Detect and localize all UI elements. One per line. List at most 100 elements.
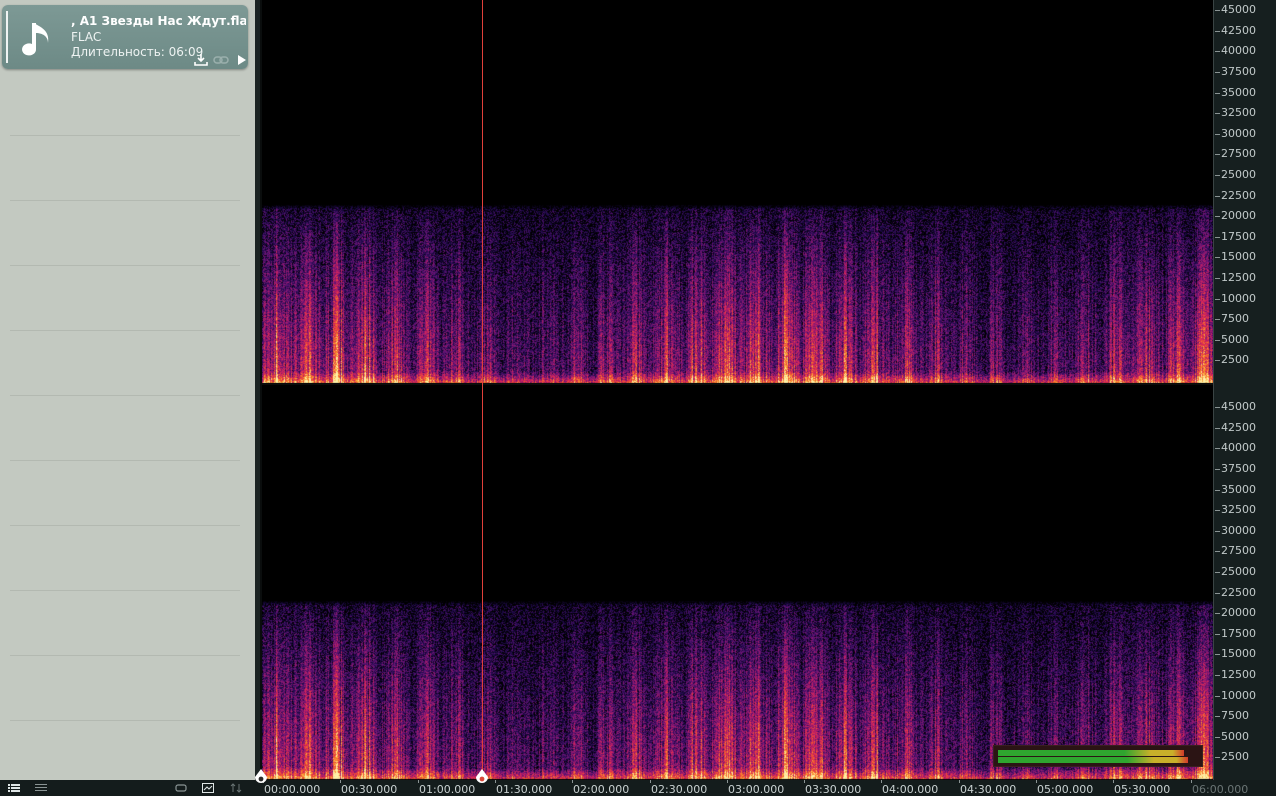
freq-tick [1215, 510, 1220, 511]
channel-separator [262, 383, 1213, 385]
list-view-icon[interactable] [35, 783, 47, 793]
time-label: 04:00.000 [882, 783, 939, 796]
sort-icon[interactable] [230, 783, 242, 793]
freq-label: 27500 [1221, 544, 1256, 557]
download-icon[interactable] [193, 52, 209, 66]
freq-tick [1215, 175, 1220, 176]
time-label: 01:00.000 [419, 783, 476, 796]
freq-tick [1215, 448, 1220, 449]
freq-tick [1215, 757, 1220, 758]
spectrogram-view[interactable] [262, 0, 1213, 780]
freq-tick [1215, 93, 1220, 94]
freq-label: 35000 [1221, 86, 1256, 99]
freq-label: 22500 [1221, 586, 1256, 599]
freq-tick [1215, 613, 1220, 614]
freq-tick [1215, 593, 1220, 594]
freq-label: 20000 [1221, 209, 1256, 222]
freq-label: 15000 [1221, 250, 1256, 263]
selection-indicator [6, 11, 8, 63]
music-note-icon [22, 23, 49, 56]
freq-label: 17500 [1221, 230, 1256, 243]
time-label: 00:30.000 [341, 783, 398, 796]
freq-label: 12500 [1221, 668, 1256, 681]
freq-tick [1215, 675, 1220, 676]
track-actions [193, 52, 249, 66]
freq-label: 10000 [1221, 689, 1256, 702]
row-divider [10, 265, 240, 266]
row-divider [10, 330, 240, 331]
freq-tick [1215, 360, 1220, 361]
freq-tick [1215, 696, 1220, 697]
freq-label: 30000 [1221, 127, 1256, 140]
meter-right-channel [998, 757, 1188, 763]
freq-tick [1215, 551, 1220, 552]
freq-label: 5000 [1221, 333, 1249, 346]
freq-label: 40000 [1221, 44, 1256, 57]
row-divider [10, 590, 240, 591]
freq-label: 42500 [1221, 24, 1256, 37]
freq-tick [1215, 216, 1220, 217]
time-label: 00:00.000 [264, 783, 321, 796]
row-divider [10, 460, 240, 461]
time-label: 06:00.000 [1192, 783, 1249, 796]
time-label: 04:30.000 [960, 783, 1017, 796]
time-label: 03:00.000 [728, 783, 785, 796]
freq-tick [1215, 113, 1220, 114]
time-label: 03:30.000 [805, 783, 862, 796]
track-duration: Длительность: 06:09 [71, 45, 204, 59]
spectrogram-view-icon[interactable] [202, 783, 214, 793]
freq-label: 30000 [1221, 524, 1256, 537]
freq-tick [1215, 10, 1220, 11]
freq-label: 32500 [1221, 106, 1256, 119]
playlist-view-icon[interactable] [8, 783, 20, 793]
selection-start-marker[interactable] [255, 769, 267, 785]
spectrogram-canvas [262, 0, 1213, 780]
freq-tick [1215, 257, 1220, 258]
freq-tick [1215, 716, 1220, 717]
row-divider [10, 200, 240, 201]
freq-label: 40000 [1221, 441, 1256, 454]
freq-label: 27500 [1221, 147, 1256, 160]
freq-tick [1215, 237, 1220, 238]
freq-tick [1215, 531, 1220, 532]
time-label: 01:30.000 [496, 783, 553, 796]
freq-tick [1215, 654, 1220, 655]
freq-tick [1215, 154, 1220, 155]
freq-label: 17500 [1221, 627, 1256, 640]
freq-tick [1215, 299, 1220, 300]
freq-tick [1215, 428, 1220, 429]
freq-label: 25000 [1221, 168, 1256, 181]
freq-label: 32500 [1221, 503, 1256, 516]
freq-tick [1215, 51, 1220, 52]
link-icon[interactable] [213, 52, 229, 66]
app-window: , A1 Звезды Нас Ждут.flac FLAC Длительно… [0, 0, 1276, 796]
track-title: , A1 Звезды Нас Ждут.flac [71, 14, 246, 28]
play-icon[interactable] [233, 52, 249, 66]
level-meter [993, 745, 1203, 767]
playhead-marker[interactable] [476, 769, 488, 785]
freq-tick [1215, 72, 1220, 73]
playhead-line[interactable] [482, 0, 483, 780]
freq-label: 42500 [1221, 421, 1256, 434]
time-label: 02:30.000 [651, 783, 708, 796]
bottom-bar: 00:00.000 00:30.000 01:00.000 01:30.000 02:0… [0, 780, 1276, 796]
freq-label: 22500 [1221, 189, 1256, 202]
freq-label: 45000 [1221, 3, 1256, 16]
row-divider [10, 395, 240, 396]
time-label: 05:00.000 [1037, 783, 1094, 796]
freq-tick [1215, 340, 1220, 341]
meter-left-channel [998, 750, 1184, 756]
track-format: FLAC [71, 30, 102, 44]
row-divider [10, 525, 240, 526]
frequency-axis: 45000 42500 40000 37500 35000 32500 30000 27500… [1213, 0, 1276, 780]
row-divider [10, 655, 240, 656]
freq-label: 25000 [1221, 565, 1256, 578]
playlist-sidebar: , A1 Звезды Нас Ждут.flac FLAC Длительно… [0, 0, 255, 780]
loop-icon[interactable] [175, 783, 187, 793]
freq-tick [1215, 634, 1220, 635]
freq-tick [1215, 572, 1220, 573]
freq-label: 10000 [1221, 292, 1256, 305]
row-divider [10, 135, 240, 136]
track-card[interactable]: , A1 Звезды Нас Ждут.flac FLAC Длительно… [2, 5, 248, 69]
freq-label: 7500 [1221, 709, 1249, 722]
